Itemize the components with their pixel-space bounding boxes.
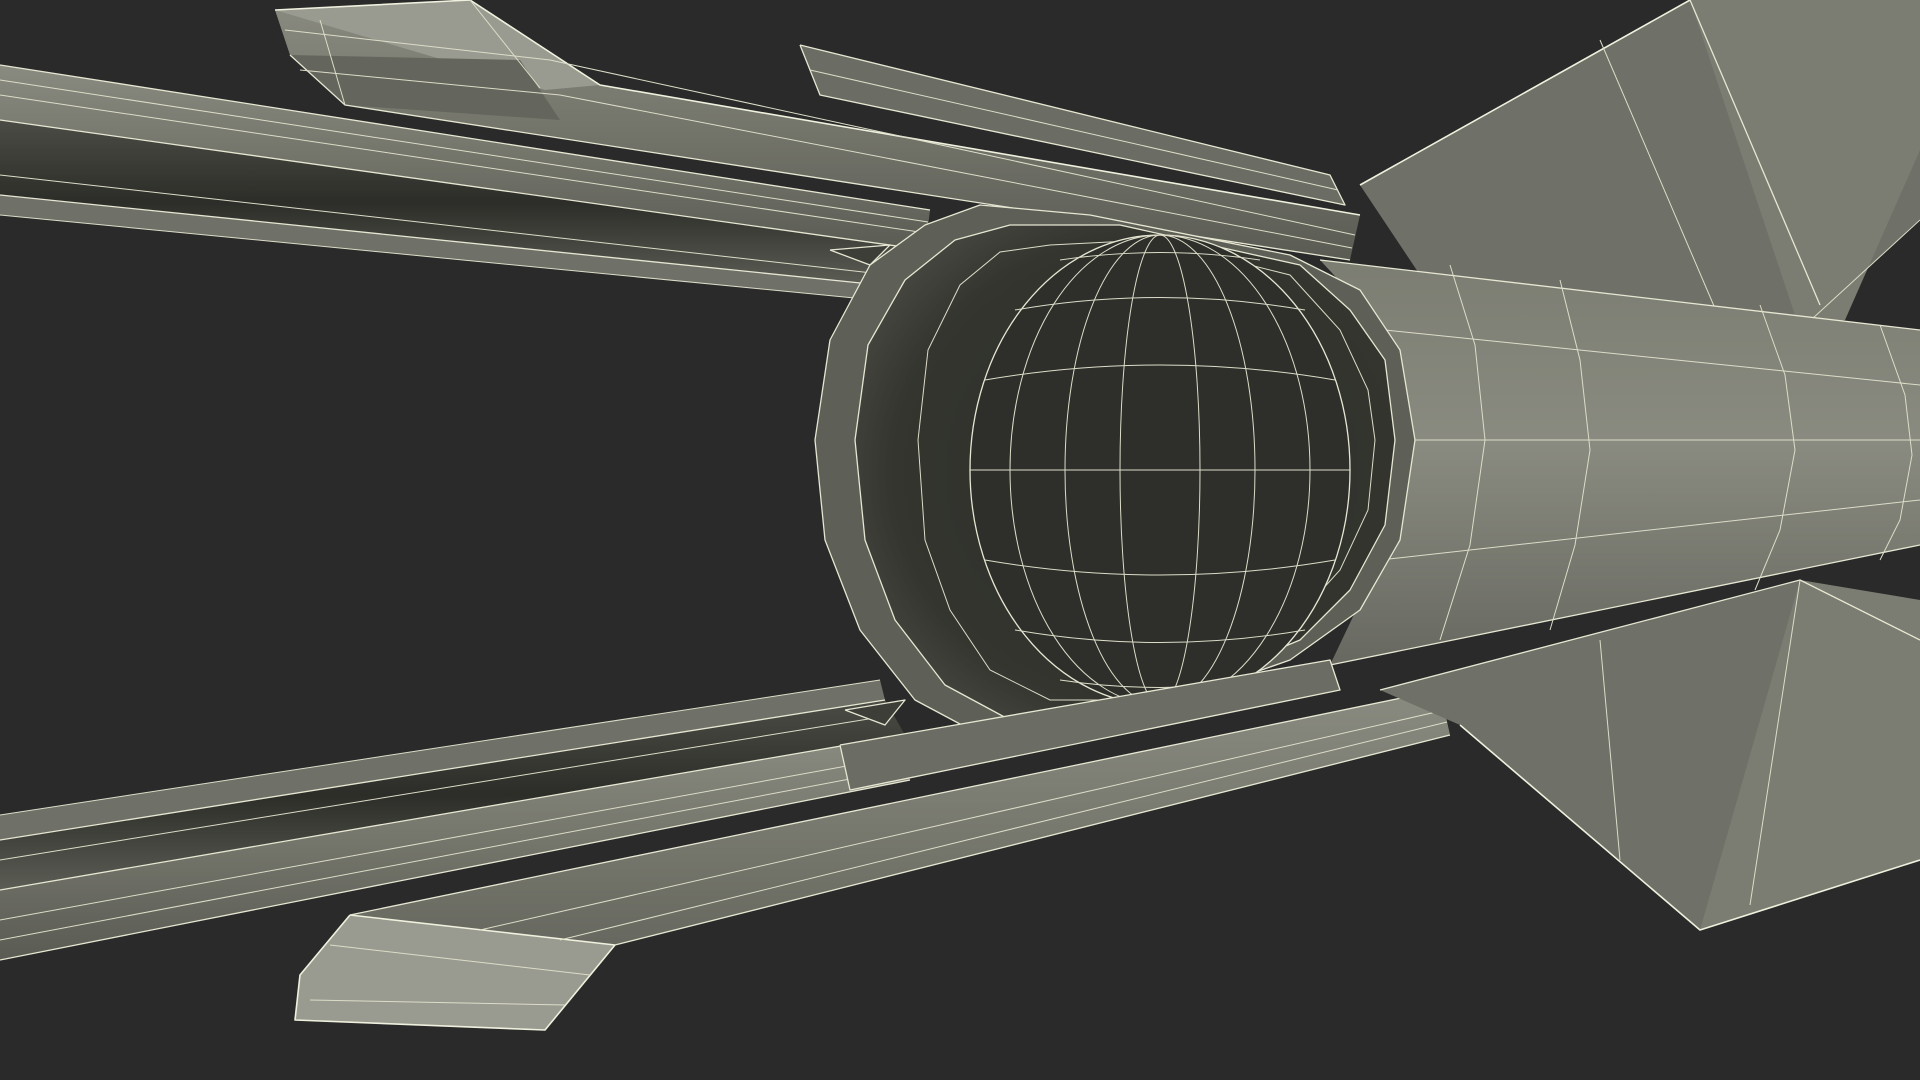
rocket-model-render (0, 0, 1920, 1080)
nozzle-throat-dome (969, 234, 1351, 706)
render-viewport (0, 0, 1920, 1080)
